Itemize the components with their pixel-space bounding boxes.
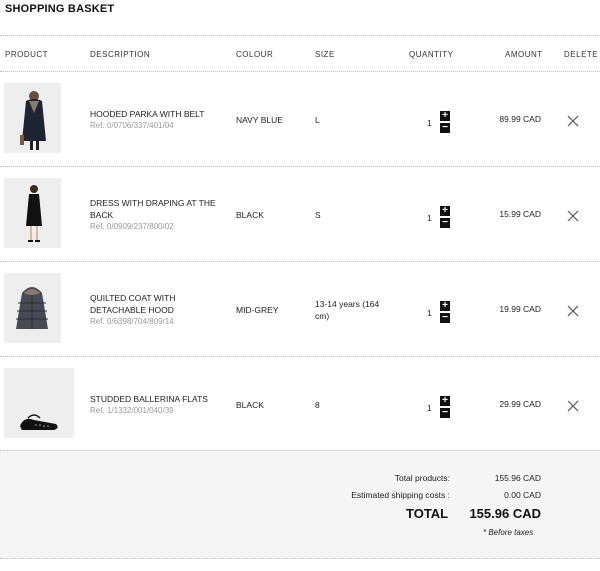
- product-size: L: [315, 115, 320, 125]
- product-description: QUILTED COAT WITH DETACHABLE HOOD Ref. 0…: [90, 292, 225, 328]
- close-icon[interactable]: [567, 209, 579, 222]
- product-colour: NAVY BLUE: [236, 115, 283, 125]
- col-header-amount: AMOUNT: [505, 50, 543, 59]
- shipping-value: 0.00 CAD: [504, 490, 541, 500]
- product-description: DRESS WITH DRAPING AT THE BACK Ref. 0/09…: [90, 197, 225, 233]
- table-row: HOODED PARKA WITH BELT Ref. 0/0706/337/4…: [0, 73, 600, 168]
- quantity-value: 1: [427, 403, 432, 413]
- product-size: 13-14 years (164 cm): [315, 299, 380, 321]
- divider: [0, 35, 600, 36]
- col-header-delete: DELETE: [564, 50, 599, 59]
- quantity-value: 1: [427, 118, 432, 128]
- shipping-label: Estimated shipping costs :: [351, 490, 450, 500]
- product-ref: Ref. 1/1332/001/040/39: [90, 406, 174, 415]
- divider: [0, 356, 600, 357]
- close-icon[interactable]: [567, 304, 579, 317]
- col-header-colour: COLOUR: [236, 50, 274, 59]
- product-colour: BLACK: [236, 210, 264, 220]
- tax-note: * Before taxes: [483, 528, 534, 537]
- product-size: 8: [315, 400, 320, 410]
- product-ref: Ref. 0/0706/337/401/04: [90, 121, 174, 130]
- product-image-parka[interactable]: [4, 83, 61, 153]
- col-header-size: SIZE: [315, 50, 335, 59]
- quantity-stepper: + −: [440, 111, 450, 135]
- minus-icon[interactable]: −: [440, 123, 450, 133]
- quantity-stepper: + −: [440, 301, 450, 325]
- total-products-value: 155.96 CAD: [494, 473, 541, 483]
- plus-icon[interactable]: +: [440, 396, 450, 406]
- product-image-quilted-coat[interactable]: [4, 273, 61, 343]
- col-header-product: PRODUCT: [5, 50, 49, 59]
- product-amount: 89.99 CAD: [499, 114, 541, 124]
- product-image-dress[interactable]: [4, 178, 61, 248]
- product-name[interactable]: HOODED PARKA WITH BELT: [90, 108, 225, 120]
- product-image-ballerina-flats[interactable]: [4, 368, 74, 438]
- minus-icon[interactable]: −: [440, 218, 450, 228]
- total-value: 155.96 CAD: [469, 506, 541, 521]
- page-title: SHOPPING BASKET: [5, 3, 115, 15]
- product-ref: Ref. 0/6398/704/809/14: [90, 317, 174, 326]
- close-icon[interactable]: [567, 114, 579, 127]
- quantity-value: 1: [427, 308, 432, 318]
- product-amount: 19.99 CAD: [499, 304, 541, 314]
- total-products-label: Total products:: [394, 473, 450, 483]
- minus-icon[interactable]: −: [440, 408, 450, 418]
- product-amount: 15.99 CAD: [499, 209, 541, 219]
- table-row: DRESS WITH DRAPING AT THE BACK Ref. 0/09…: [0, 168, 600, 263]
- plus-icon[interactable]: +: [440, 111, 450, 121]
- col-header-quantity: QUANTITY: [409, 50, 454, 59]
- product-description: HOODED PARKA WITH BELT Ref. 0/0706/337/4…: [90, 108, 225, 132]
- close-icon[interactable]: [567, 399, 579, 412]
- divider: [0, 261, 600, 262]
- divider: [0, 166, 600, 167]
- product-colour: BLACK: [236, 400, 264, 410]
- product-description: STUDDED BALLERINA FLATS Ref. 1/1332/001/…: [90, 393, 225, 417]
- product-ref: Ref. 0/0909/237/800/02: [90, 222, 174, 231]
- table-row: QUILTED COAT WITH DETACHABLE HOOD Ref. 0…: [0, 263, 600, 358]
- col-header-description: DESCRIPTION: [90, 50, 151, 59]
- plus-icon[interactable]: +: [440, 301, 450, 311]
- divider: [0, 558, 600, 559]
- product-amount: 29.99 CAD: [499, 399, 541, 409]
- quantity-value: 1: [427, 213, 432, 223]
- product-name[interactable]: DRESS WITH DRAPING AT THE BACK: [90, 197, 225, 221]
- minus-icon[interactable]: −: [440, 313, 450, 323]
- plus-icon[interactable]: +: [440, 206, 450, 216]
- product-size: S: [315, 210, 321, 220]
- order-summary: Total products: 155.96 CAD Estimated shi…: [0, 451, 600, 558]
- product-colour: MID-GREY: [236, 305, 279, 315]
- quantity-stepper: + −: [440, 396, 450, 420]
- quantity-stepper: + −: [440, 206, 450, 230]
- table-row: STUDDED BALLERINA FLATS Ref. 1/1332/001/…: [0, 358, 600, 453]
- divider: [0, 71, 600, 72]
- product-name[interactable]: QUILTED COAT WITH DETACHABLE HOOD: [90, 292, 225, 316]
- product-name[interactable]: STUDDED BALLERINA FLATS: [90, 393, 225, 405]
